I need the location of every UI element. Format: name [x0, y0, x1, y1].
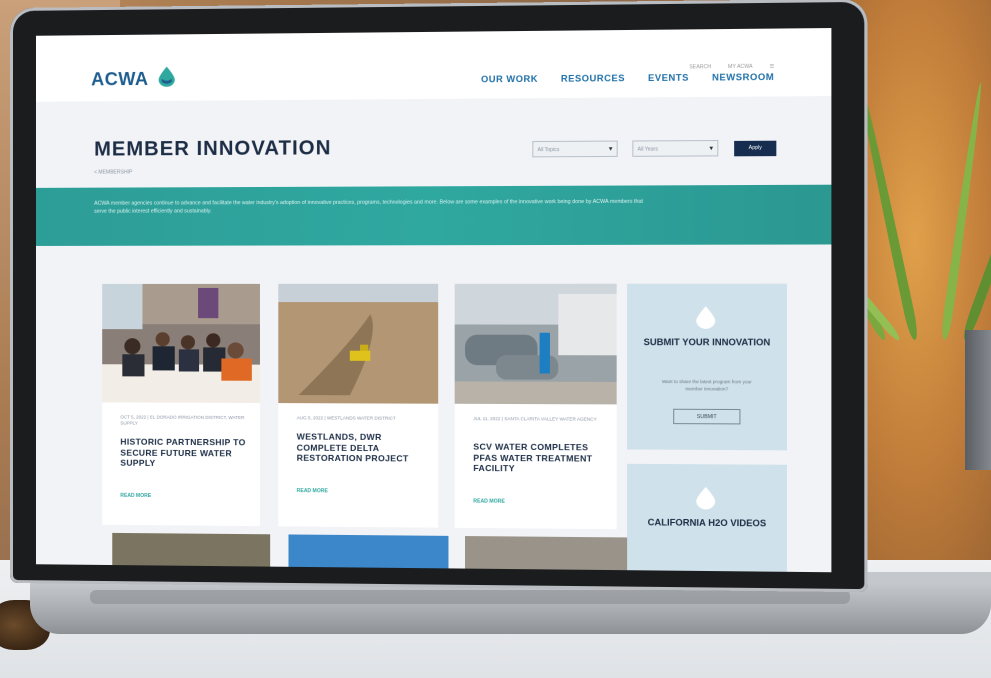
article-card[interactable]: JUL 11, 2022 | SANTA CLARITA VALLEY WATE… — [454, 283, 617, 530]
article-headline[interactable]: WESTLANDS, DWR COMPLETE DELTA RESTORATIO… — [297, 431, 430, 464]
main-nav: OUR WORK RESOURCES EVENTS NEWSROOM — [481, 72, 774, 85]
article-image — [465, 536, 628, 571]
chevron-down-icon: ▾ — [608, 145, 613, 153]
article-image — [454, 283, 617, 405]
laptop-keyboard-edge — [90, 590, 850, 604]
topic-filter-select[interactable]: All Topics ▾ — [532, 140, 618, 158]
chevron-down-icon: ▾ — [709, 145, 714, 153]
laptop-lid: ACWA SEARCH MY ACWA ☰ OUR WORK RESOURCES… — [10, 0, 868, 593]
article-card[interactable]: AUG 5, 2022 | WESTLANDS WATER DISTRICT W… — [278, 283, 439, 528]
year-filter-value: All Years — [637, 146, 658, 153]
utility-link-my-acwa[interactable]: MY ACWA — [728, 64, 753, 70]
utility-link-search[interactable]: SEARCH — [689, 64, 711, 70]
article-image — [102, 283, 260, 403]
breadcrumb[interactable]: < MEMBERSHIP — [94, 169, 132, 175]
article-card[interactable]: OCT 5, 2022 | EL DORADO IRRIGATION DISTR… — [102, 283, 260, 527]
topic-filter-value: All Topics — [537, 147, 560, 154]
water-drop-icon — [696, 486, 716, 510]
nav-item-resources[interactable]: RESOURCES — [561, 73, 625, 84]
submit-innovation-desc: Want to share the latest program from yo… — [661, 378, 752, 392]
menu-icon[interactable]: ☰ — [769, 64, 774, 70]
year-filter-select[interactable]: All Years ▾ — [632, 139, 719, 157]
article-meta: JUL 11, 2022 | SANTA CLARITA VALLEY WATE… — [473, 416, 597, 422]
utility-nav: SEARCH MY ACWA ☰ — [689, 64, 774, 71]
read-more-link[interactable]: READ MORE — [120, 493, 151, 499]
h2o-videos-box[interactable]: CALIFORNIA H2O VIDEOS — [627, 463, 787, 572]
read-more-link[interactable]: READ MORE — [473, 498, 505, 504]
h2o-videos-title[interactable]: CALIFORNIA H2O VIDEOS — [627, 517, 787, 530]
laptop-screen: ACWA SEARCH MY ACWA ☰ OUR WORK RESOURCES… — [35, 28, 832, 573]
submit-button[interactable]: SUBMIT — [673, 408, 741, 425]
site-header: ACWA SEARCH MY ACWA ☰ OUR WORK RESOURCES… — [35, 28, 832, 102]
plant-pot — [965, 330, 991, 470]
article-headline[interactable]: SCV WATER COMPLETES PFAS WATER TREATMENT… — [473, 441, 608, 474]
submit-innovation-box: SUBMIT YOUR INNOVATION Want to share the… — [627, 283, 787, 451]
water-drop-icon — [158, 66, 175, 87]
page-title: MEMBER INNOVATION — [94, 137, 332, 161]
water-drop-icon — [696, 306, 716, 329]
acwa-logo[interactable]: ACWA — [91, 69, 148, 91]
nav-item-newsroom[interactable]: NEWSROOM — [712, 72, 774, 83]
submit-innovation-title: SUBMIT YOUR INNOVATION — [643, 336, 771, 348]
plant-decor — [767, 40, 991, 370]
article-headline[interactable]: HISTORIC PARTNERSHIP TO SECURE FUTURE WA… — [120, 437, 252, 469]
article-image — [112, 532, 271, 567]
apply-button[interactable]: Apply — [734, 140, 777, 157]
article-meta: OCT 5, 2022 | EL DORADO IRRIGATION DISTR… — [120, 414, 245, 426]
article-image — [288, 534, 449, 569]
nav-item-our-work[interactable]: OUR WORK — [481, 74, 538, 85]
article-meta: AUG 5, 2022 | WESTLANDS WATER DISTRICT — [296, 415, 396, 421]
intro-banner: ACWA member agencies continue to advance… — [35, 184, 832, 246]
nav-item-events[interactable]: EVENTS — [648, 72, 689, 83]
intro-text: ACWA member agencies continue to advance… — [94, 198, 644, 215]
article-image — [278, 283, 439, 404]
read-more-link[interactable]: READ MORE — [297, 488, 328, 494]
